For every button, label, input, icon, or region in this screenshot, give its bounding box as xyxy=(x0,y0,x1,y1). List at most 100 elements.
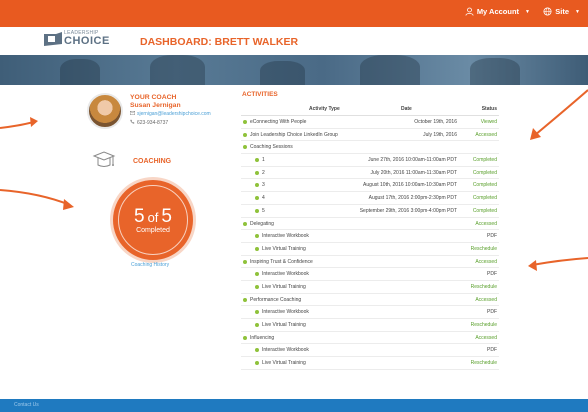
chevron-down-icon: ▼ xyxy=(525,8,530,15)
row-bullet-icon xyxy=(255,183,259,188)
phone-icon xyxy=(130,119,135,126)
activity-name: Performance Coaching xyxy=(250,296,302,303)
contact-us-link[interactable]: Contact Us xyxy=(14,402,39,408)
reschedule-link[interactable]: Reschedule xyxy=(471,284,497,290)
row-bullet-icon xyxy=(255,361,259,366)
row-bullet-icon xyxy=(243,259,247,264)
activities-title: ACTIVITIES xyxy=(242,91,278,98)
graduation-cap-icon xyxy=(92,150,116,177)
activity-status: Completed xyxy=(472,157,497,164)
table-row: Delegating Accessed xyxy=(241,218,499,231)
pdf-link[interactable]: PDF xyxy=(487,271,497,277)
activity-date: July 19th, 2016 xyxy=(423,131,457,138)
coach-name: Susan Jernigan xyxy=(130,102,181,109)
table-row: 3 August 10th, 2016 10:00am-10:30am PDT Co… xyxy=(241,179,499,193)
table-row: Performance Coaching Accessed xyxy=(241,294,499,307)
row-bullet-icon xyxy=(255,348,259,353)
banner-figure xyxy=(260,61,305,85)
progress-ring xyxy=(118,185,188,255)
row-bullet-icon xyxy=(243,297,247,302)
table-row: Interactive Workbook PDF xyxy=(241,268,499,281)
envelope-icon xyxy=(129,110,136,117)
arrow-right-mid xyxy=(531,257,588,266)
row-bullet-icon xyxy=(255,158,259,163)
user-icon xyxy=(465,7,474,16)
activity-name: 4 xyxy=(262,195,265,202)
row-bullet-icon xyxy=(255,170,259,175)
banner-figure xyxy=(60,59,100,85)
activity-status: Completed xyxy=(472,207,497,214)
table-row: Live Virtual Training Reschedule xyxy=(241,281,499,294)
table-row: 5 September 29th, 2016 3:00pm-4:00pm PDT C… xyxy=(241,205,499,218)
row-bullet-icon xyxy=(243,120,247,124)
banner-figure xyxy=(360,55,420,85)
activity-name: 1 xyxy=(262,157,265,164)
page-title: DASHBOARD: BRETT WALKER xyxy=(140,36,299,48)
activity-date: June 27th, 2016 10:00am-11:00am PDT xyxy=(368,157,457,164)
coach-phone: 623-934-8737 xyxy=(130,119,211,126)
activity-name: Inspiring Trust & Confidence xyxy=(250,258,313,265)
row-bullet-icon xyxy=(255,272,259,277)
activity-status: Accessed xyxy=(475,334,497,341)
activity-name: Interactive Workbook xyxy=(262,233,309,240)
activity-status: Accessed xyxy=(475,296,497,303)
table-body: eConnecting With People October 19th, 201… xyxy=(241,116,499,370)
activity-status: Completed xyxy=(472,195,497,202)
banner-image xyxy=(0,55,588,85)
table-row: Live Virtual Training Reschedule xyxy=(241,243,499,256)
row-bullet-icon xyxy=(255,323,259,327)
activity-status: Completed xyxy=(472,182,497,189)
column-header-date: Date xyxy=(401,106,412,112)
activity-date: July 20th, 2016 11:00am-11:30am PDT xyxy=(370,169,457,176)
coach-email-text: sjernigan@leadershipchoice.com xyxy=(137,111,211,117)
coach-info: YOUR COACH Susan Jernigan sjernigan@lead… xyxy=(129,94,211,126)
column-header-activity: Activity Type xyxy=(309,106,340,112)
arrow-right-top xyxy=(534,89,588,136)
activity-name: Interactive Workbook xyxy=(262,309,309,316)
table-row: Coaching Sessions xyxy=(241,141,499,155)
activity-status: Accessed xyxy=(475,258,497,265)
row-bullet-icon xyxy=(243,145,247,150)
activity-name: Interactive Workbook xyxy=(262,271,309,278)
page-footer: Contact Us xyxy=(0,399,588,412)
coach-section-label: YOUR COACH xyxy=(130,94,177,101)
arrow-right-mid-head xyxy=(528,260,537,271)
pdf-link[interactable]: PDF xyxy=(487,233,497,239)
dashboard-page: My Account ▼ Site ▼ LEADERSHIP CHOICE DA… xyxy=(0,0,588,412)
pdf-link[interactable]: PDF xyxy=(487,347,497,353)
coach-avatar xyxy=(87,93,123,129)
activity-status: Accessed xyxy=(475,131,497,138)
row-bullet-icon xyxy=(243,221,247,226)
reschedule-link[interactable]: Reschedule xyxy=(471,322,497,328)
leadership-choice-logo[interactable]: LEADERSHIP CHOICE xyxy=(44,31,110,47)
my-account-menu[interactable]: My Account ▼ xyxy=(465,7,530,16)
table-row: Live Virtual Training Reschedule xyxy=(241,357,499,370)
activity-date: September 29th, 2016 3:00pm-4:00pm PDT xyxy=(359,207,457,214)
activity-date: August 10th, 2016 10:00am-10:30am PDT xyxy=(363,182,457,189)
coaching-history-link[interactable]: Coaching History xyxy=(131,262,169,268)
activity-date: August 17th, 2016 2:00pm-2:30pm PDT xyxy=(368,195,457,202)
row-bullet-icon xyxy=(243,335,247,340)
activity-status: Completed xyxy=(472,169,497,176)
activity-status: Accessed xyxy=(475,220,497,227)
reschedule-link[interactable]: Reschedule xyxy=(471,246,497,252)
pdf-link[interactable]: PDF xyxy=(487,309,497,315)
chevron-down-icon: ▼ xyxy=(575,8,580,15)
row-bullet-icon xyxy=(255,284,259,289)
banner-figure xyxy=(150,55,205,85)
site-menu[interactable]: Site ▼ xyxy=(543,7,580,16)
logo-line-2: CHOICE xyxy=(64,35,110,47)
globe-icon xyxy=(543,7,552,16)
top-bar: My Account ▼ Site ▼ xyxy=(0,0,588,27)
activity-status: Viewed xyxy=(480,119,497,125)
reschedule-link[interactable]: Reschedule xyxy=(471,360,497,366)
activity-name: Interactive Workbook xyxy=(262,347,309,354)
row-bullet-icon xyxy=(255,310,259,315)
table-row: Interactive Workbook PDF xyxy=(241,344,499,358)
activity-name: Join Leadership Choice LinkedIn Group xyxy=(250,131,338,138)
row-bullet-icon xyxy=(255,246,259,251)
coaching-section-label: COACHING xyxy=(133,158,172,165)
coach-email-link[interactable]: sjernigan@leadershipchoice.com xyxy=(129,110,211,117)
arrow-right-top-head xyxy=(530,128,541,140)
activity-name: Delegating xyxy=(250,220,274,227)
